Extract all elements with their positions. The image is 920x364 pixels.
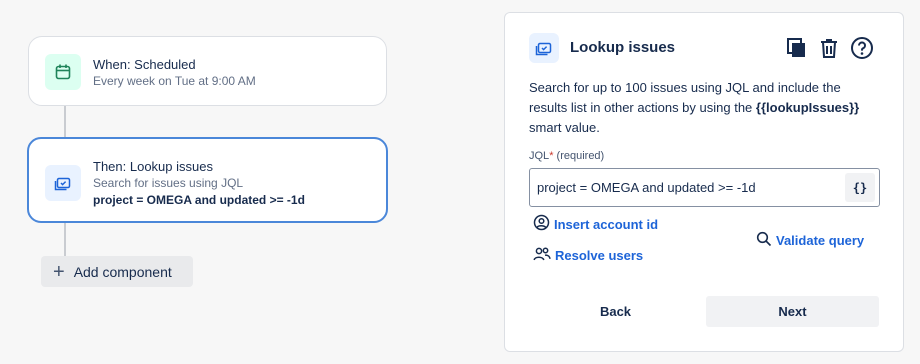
jql-label-text: JQL xyxy=(529,150,550,162)
back-button[interactable]: Back xyxy=(529,296,702,327)
validate-query-label: Validate query xyxy=(776,233,865,248)
jql-label: JQL* (required) xyxy=(529,150,604,162)
smart-value-button[interactable]: {} xyxy=(845,173,875,202)
action-query: project = OMEGA and updated >= -1d xyxy=(93,193,305,207)
plus-icon: + xyxy=(53,260,65,283)
trash-icon[interactable] xyxy=(816,35,842,61)
lookup-issues-icon xyxy=(45,165,81,201)
jql-input[interactable] xyxy=(529,168,880,207)
add-component-label: Add component xyxy=(73,263,172,280)
description-suffix: smart value. xyxy=(529,120,600,135)
add-component-button[interactable]: + Add component xyxy=(41,256,193,287)
insert-account-id-label: Insert account id xyxy=(554,216,659,232)
panel-description: Search for up to 100 issues using JQL an… xyxy=(529,78,874,138)
required-text: (required) xyxy=(556,150,605,162)
duplicate-icon[interactable] xyxy=(783,35,809,61)
user-circle-icon xyxy=(533,214,550,234)
flow-connector-bottom xyxy=(64,223,66,256)
required-star: * xyxy=(549,150,554,162)
calendar-icon xyxy=(45,54,81,90)
action-title: Then: Lookup issues xyxy=(93,159,213,174)
trigger-title: When: Scheduled xyxy=(93,57,196,72)
people-icon xyxy=(533,246,551,265)
resolve-users-label: Resolve users xyxy=(555,248,644,263)
insert-account-id-link[interactable]: Insert account id xyxy=(533,214,658,234)
validate-query-link[interactable]: Validate query xyxy=(756,231,864,250)
search-icon xyxy=(756,231,772,250)
lookup-issues-config-panel: Lookup issues Search for up to 100 issue… xyxy=(504,12,904,352)
trigger-card-scheduled[interactable]: When: Scheduled Every week on Tue at 9:0… xyxy=(28,36,387,106)
panel-actions xyxy=(783,35,875,61)
action-card-lookup-issues[interactable]: Then: Lookup issues Search for issues us… xyxy=(27,137,388,223)
flow-connector-top xyxy=(64,106,66,137)
panel-title: Lookup issues xyxy=(570,39,676,56)
smart-value-name: {{lookupIssues}} xyxy=(755,100,860,115)
help-icon[interactable] xyxy=(849,35,875,61)
resolve-users-link[interactable]: Resolve users xyxy=(533,246,643,265)
lookup-issues-icon xyxy=(529,33,559,63)
next-button[interactable]: Next xyxy=(706,296,879,327)
action-subtitle: Search for issues using JQL xyxy=(93,176,244,190)
trigger-subtitle: Every week on Tue at 9:00 AM xyxy=(93,74,256,88)
